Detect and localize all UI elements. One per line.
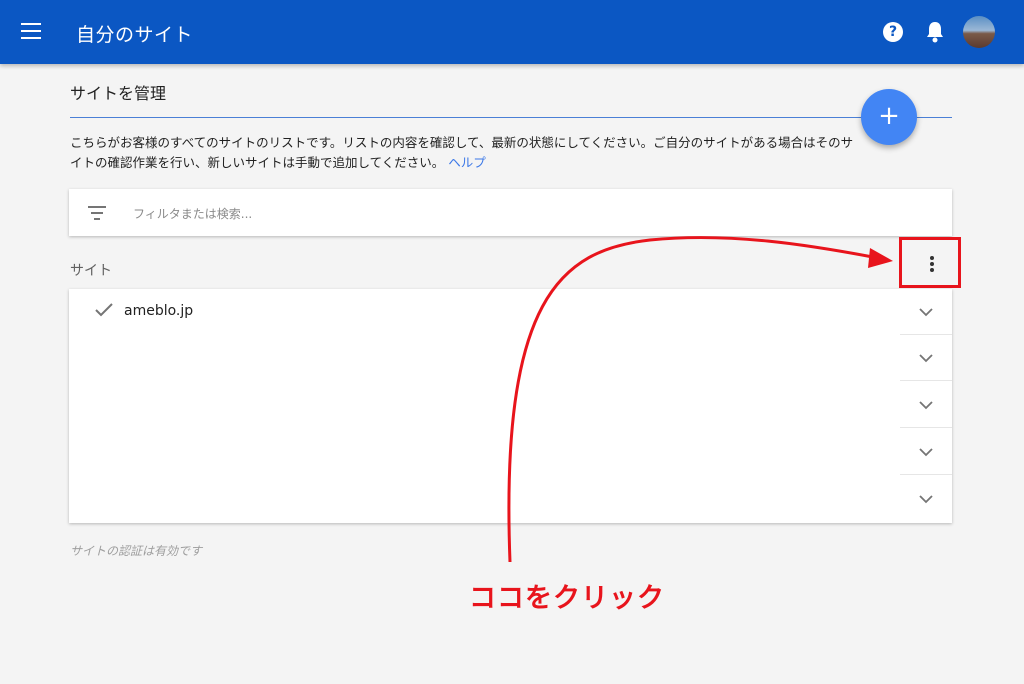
chevron-down-icon[interactable] <box>900 382 952 428</box>
chevron-down-icon[interactable] <box>900 289 952 335</box>
chevron-down-icon[interactable] <box>900 429 952 475</box>
filter-icon[interactable] <box>88 206 106 220</box>
verification-note: サイトの認証は有効です <box>70 544 203 558</box>
list-item[interactable]: ameblo.jp <box>69 289 899 335</box>
annotation-highlight-box <box>899 237 961 288</box>
site-list: ameblo.jp <box>69 289 952 523</box>
check-icon <box>95 303 113 317</box>
site-name: ameblo.jp <box>124 303 194 319</box>
avatar[interactable] <box>963 16 995 48</box>
page-description: こちらがお客様のすべてのサイトのリストです。リストの内容を確認して、最新の状態に… <box>70 133 860 173</box>
add-site-button[interactable]: + <box>861 89 917 145</box>
sites-section-label: サイト <box>70 263 112 279</box>
help-icon[interactable]: ? <box>883 22 903 42</box>
chevron-down-icon[interactable] <box>900 476 952 522</box>
filter-bar <box>69 189 952 236</box>
heading-divider <box>70 117 952 118</box>
bell-icon[interactable] <box>924 20 946 44</box>
chevron-down-icon[interactable] <box>900 335 952 381</box>
annotation-text: ココをクリック <box>469 583 665 614</box>
menu-icon[interactable] <box>21 23 41 39</box>
page-title: サイトを管理 <box>70 84 167 103</box>
app-title: 自分のサイト <box>76 24 194 46</box>
expand-column <box>900 289 952 523</box>
app-bar: 自分のサイト ? <box>0 0 1024 64</box>
help-link[interactable]: ヘルプ <box>448 155 486 170</box>
search-input[interactable] <box>131 201 915 227</box>
